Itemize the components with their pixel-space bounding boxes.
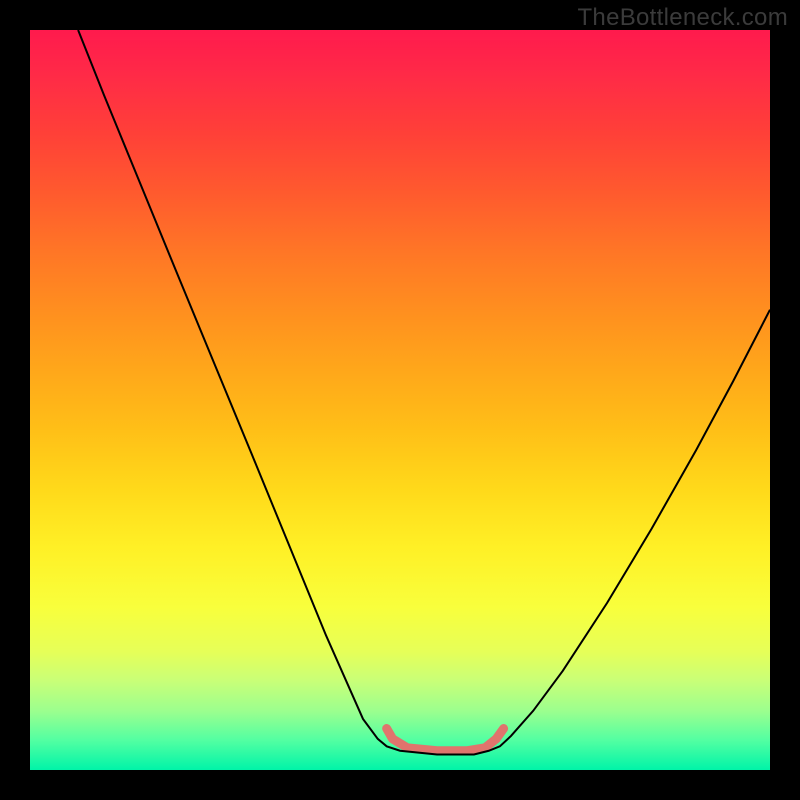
optimal-range-path [387, 729, 504, 751]
chart-svg [30, 30, 770, 770]
bottleneck-curve-path [78, 30, 770, 754]
chart-frame: TheBottleneck.com [0, 0, 800, 800]
plot-area [30, 30, 770, 770]
watermark-text: TheBottleneck.com [577, 4, 788, 32]
